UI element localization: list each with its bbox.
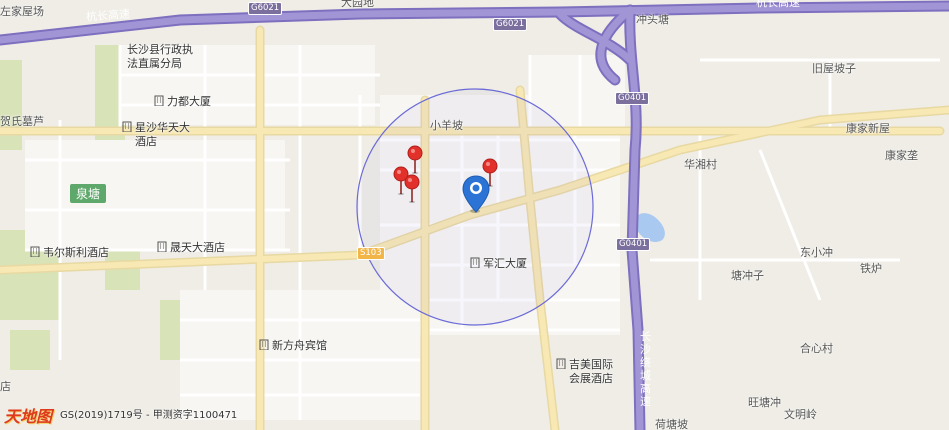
place-xiaoyangpo[interactable]: 小羊坡 bbox=[430, 119, 463, 133]
building-icon bbox=[470, 257, 480, 268]
poi-shengtian-hotel[interactable]: 晟天大酒店 bbox=[157, 241, 225, 255]
map-copyright: GS(2019)1719号 - 甲测资字1100471 bbox=[60, 410, 238, 421]
building-icon bbox=[157, 241, 167, 252]
place-kangjiazhi[interactable]: 康家垄 bbox=[885, 149, 918, 163]
poi-label: 力都大厦 bbox=[167, 95, 211, 108]
building-icon bbox=[154, 95, 164, 106]
place-wenmingling[interactable]: 文明岭 bbox=[784, 408, 817, 422]
place-wangtangchong[interactable]: 旺塘冲 bbox=[748, 396, 781, 410]
place-heshi-mulu[interactable]: 贺氏墓芦 bbox=[0, 115, 44, 129]
place-hetangpo[interactable]: 荷塘坡 bbox=[655, 418, 688, 430]
location-pin[interactable] bbox=[403, 174, 421, 204]
poi-label: 韦尔斯利酒店 bbox=[43, 246, 109, 259]
shield-g6021: G6021 bbox=[248, 2, 283, 15]
place-huaxiangcun[interactable]: 华湘村 bbox=[684, 158, 717, 172]
building-icon bbox=[259, 339, 269, 350]
poi-label: 星沙华天大酒店 bbox=[135, 121, 190, 148]
poi-label: 新方舟宾馆 bbox=[272, 339, 327, 352]
poi-lidu-building[interactable]: 力都大厦 bbox=[154, 95, 211, 109]
place-changshaxian-office[interactable]: 长沙县行政执法直属分局 bbox=[127, 43, 203, 71]
expressway-label-north-right: 杭长高速 bbox=[756, 0, 800, 9]
place-zuojiawuchang[interactable]: 左家屋场 bbox=[0, 5, 44, 19]
shield-g6021-east: G6021 bbox=[493, 18, 528, 31]
expressway-label-ring: 长沙绕城高速 bbox=[640, 330, 651, 408]
place-left-edge[interactable]: 店 bbox=[0, 380, 11, 394]
poi-jimei-hotel[interactable]: 吉美国际会展酒店 bbox=[556, 358, 621, 386]
place-tangchongzi[interactable]: 塘冲子 bbox=[731, 269, 764, 283]
poi-xinfangzhou-hotel[interactable]: 新方舟宾馆 bbox=[259, 339, 327, 353]
place-dongxiaochong[interactable]: 东小冲 bbox=[800, 246, 833, 260]
building-icon bbox=[122, 121, 132, 132]
building-icon bbox=[30, 246, 40, 257]
poi-weiersili-hotel[interactable]: 韦尔斯利酒店 bbox=[30, 246, 109, 260]
shield-g0401-south: G0401 bbox=[616, 238, 651, 251]
place-hexincun[interactable]: 合心村 bbox=[800, 342, 833, 356]
tianditu-logo: 天地图 bbox=[4, 407, 53, 426]
place-tielu[interactable]: 铁炉 bbox=[860, 262, 882, 276]
shield-g0401: G0401 bbox=[615, 92, 650, 105]
place-dayuandi[interactable]: 大园地 bbox=[341, 0, 374, 10]
poi-junhui-building[interactable]: 军汇大厦 bbox=[470, 257, 527, 271]
building-icon bbox=[556, 358, 566, 369]
place-jiuwupozi[interactable]: 旧屋坡子 bbox=[812, 62, 856, 76]
shield-s103: S103 bbox=[357, 247, 385, 260]
place-kangjiaxinwu[interactable]: 康家新屋 bbox=[846, 122, 890, 136]
place-chongtoutang[interactable]: 冲头塘 bbox=[636, 13, 669, 27]
area-badge-quantang[interactable]: 泉塘 bbox=[70, 184, 107, 203]
center-location-marker[interactable] bbox=[462, 174, 490, 214]
poi-xingsha-hotel[interactable]: 星沙华天大酒店 bbox=[122, 121, 195, 149]
poi-label: 晟天大酒店 bbox=[170, 241, 225, 254]
poi-label: 吉美国际会展酒店 bbox=[569, 358, 613, 385]
map-canvas[interactable]: 杭长高速 杭长高速 长沙绕城高速 G6021 G6021 G0401 G0401… bbox=[0, 0, 949, 430]
poi-label: 军汇大厦 bbox=[483, 257, 527, 270]
